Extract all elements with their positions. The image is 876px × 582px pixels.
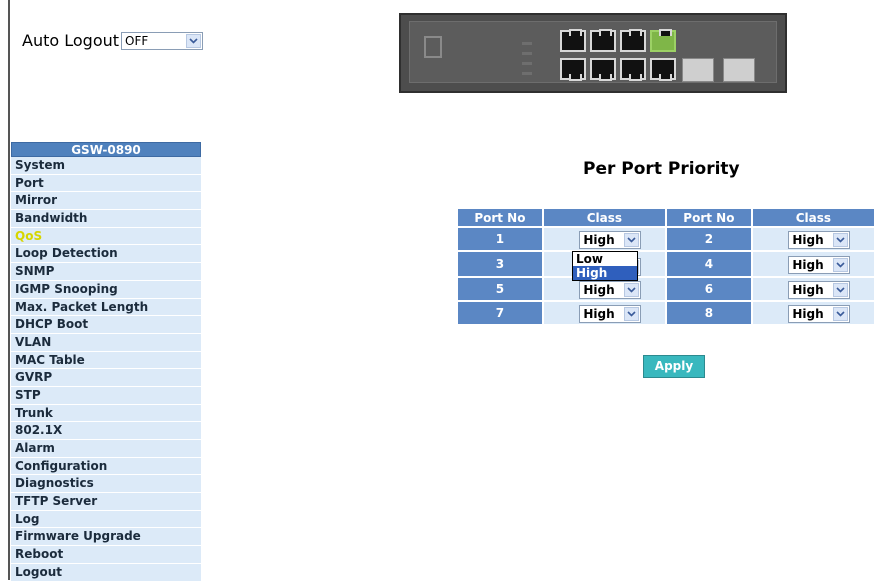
sidebar-item-alarm[interactable]: Alarm bbox=[11, 440, 201, 458]
port-number: 6 bbox=[666, 278, 751, 300]
chevron-down-icon bbox=[833, 307, 849, 321]
sidebar-item-logout[interactable]: Logout bbox=[11, 563, 201, 582]
auto-logout-value: OFF bbox=[125, 33, 149, 48]
switch-front-panel-image bbox=[399, 13, 787, 93]
column-header-class: Class bbox=[752, 209, 874, 226]
port-number: 8 bbox=[666, 302, 751, 324]
port-number: 1 bbox=[458, 228, 542, 250]
dropdown-option-high[interactable]: High bbox=[573, 266, 637, 280]
port-icon bbox=[650, 58, 676, 81]
class-select-port-6[interactable]: High bbox=[788, 281, 851, 299]
sfp-slot-icon bbox=[682, 58, 714, 82]
left-frame-divider bbox=[8, 0, 10, 580]
class-select-port-1[interactable]: High bbox=[579, 231, 642, 249]
column-header-port-no: Port No bbox=[666, 209, 751, 226]
sidebar-item-dhcp-boot[interactable]: DHCP Boot bbox=[11, 316, 201, 334]
page-title: Per Port Priority bbox=[583, 159, 740, 179]
class-select-port-5[interactable]: High bbox=[579, 281, 642, 299]
port-number: 3 bbox=[458, 252, 542, 276]
port-number: 2 bbox=[666, 228, 751, 250]
sidebar-item-gvrp[interactable]: GVRP bbox=[11, 369, 201, 387]
port-icon bbox=[620, 29, 646, 52]
dropdown-option-low[interactable]: Low bbox=[573, 252, 637, 266]
sidebar-item-loop-detection[interactable]: Loop Detection bbox=[11, 245, 201, 264]
port-number: 4 bbox=[666, 252, 751, 276]
chevron-down-icon bbox=[624, 283, 640, 297]
sidebar-item-igmp-snooping[interactable]: IGMP Snooping bbox=[11, 280, 201, 299]
port-icon bbox=[560, 58, 586, 81]
sidebar-item-stp[interactable]: STP bbox=[11, 386, 201, 405]
class-dropdown-list: Low High bbox=[572, 251, 638, 281]
auto-logout-label: Auto Logout bbox=[22, 31, 120, 50]
port-number: 5 bbox=[458, 278, 542, 300]
sidebar-header: GSW-0890 bbox=[11, 142, 201, 157]
table-row: 3 4 High bbox=[458, 252, 874, 276]
chevron-down-icon bbox=[624, 307, 640, 321]
auto-logout: Auto Logout OFF bbox=[22, 31, 204, 50]
sidebar-item-configuration[interactable]: Configuration bbox=[11, 457, 201, 476]
sidebar-item-firmware-upgrade[interactable]: Firmware Upgrade bbox=[11, 528, 201, 547]
sidebar-item-max-packet-length[interactable]: Max. Packet Length bbox=[11, 298, 201, 317]
sidebar-item-log[interactable]: Log bbox=[11, 510, 201, 529]
apply-button[interactable]: Apply bbox=[643, 355, 705, 378]
column-header-port-no: Port No bbox=[458, 209, 542, 226]
chevron-down-icon bbox=[624, 233, 640, 247]
sidebar-item-system[interactable]: System bbox=[11, 157, 201, 175]
sidebar-item-mirror[interactable]: Mirror bbox=[11, 192, 201, 211]
sidebar-item-diagnostics[interactable]: Diagnostics bbox=[11, 475, 201, 494]
sidebar-item-qos[interactable]: QoS bbox=[11, 227, 201, 246]
port-icon bbox=[590, 29, 616, 52]
column-header-class: Class bbox=[543, 209, 665, 226]
class-select-port-8[interactable]: High bbox=[788, 305, 851, 323]
port-icon bbox=[590, 58, 616, 81]
status-leds bbox=[522, 42, 532, 82]
table-row: 5 High 6 High bbox=[458, 278, 874, 300]
sidebar-item-8021x[interactable]: 802.1X bbox=[11, 422, 201, 440]
sidebar-item-bandwidth[interactable]: Bandwidth bbox=[11, 210, 201, 228]
sfp-slot-icon bbox=[723, 58, 755, 82]
chevron-down-icon bbox=[833, 283, 849, 297]
port-number: 7 bbox=[458, 302, 542, 324]
sidebar-item-reboot[interactable]: Reboot bbox=[11, 546, 201, 564]
auto-logout-select[interactable]: OFF bbox=[121, 31, 204, 50]
table-row: 1 High 2 High bbox=[458, 228, 874, 250]
brand-logo-icon bbox=[424, 36, 442, 58]
chevron-down-icon bbox=[833, 258, 849, 272]
class-select-port-2[interactable]: High bbox=[788, 231, 851, 249]
table-row: 7 High 8 High bbox=[458, 302, 874, 324]
sidebar-item-tftp-server[interactable]: TFTP Server bbox=[11, 493, 201, 511]
sidebar-item-snmp[interactable]: SNMP bbox=[11, 263, 201, 281]
port-icon bbox=[560, 29, 586, 52]
sidebar-item-mac-table[interactable]: MAC Table bbox=[11, 351, 201, 370]
sidebar-item-vlan[interactable]: VLAN bbox=[11, 333, 201, 352]
per-port-priority-table: Port No Class Port No Class 1 High 2 Hig… bbox=[456, 207, 876, 326]
chevron-down-icon bbox=[186, 33, 202, 48]
port-icon bbox=[620, 58, 646, 81]
sidebar-item-port[interactable]: Port bbox=[11, 174, 201, 193]
class-select-port-4[interactable]: High bbox=[788, 256, 851, 274]
port-icon bbox=[650, 29, 676, 52]
chevron-down-icon bbox=[833, 233, 849, 247]
class-select-port-7[interactable]: High bbox=[579, 305, 642, 323]
sidebar-item-trunk[interactable]: Trunk bbox=[11, 404, 201, 423]
sidebar-menu: GSW-0890 System Port Mirror Bandwidth Qo… bbox=[11, 142, 201, 582]
